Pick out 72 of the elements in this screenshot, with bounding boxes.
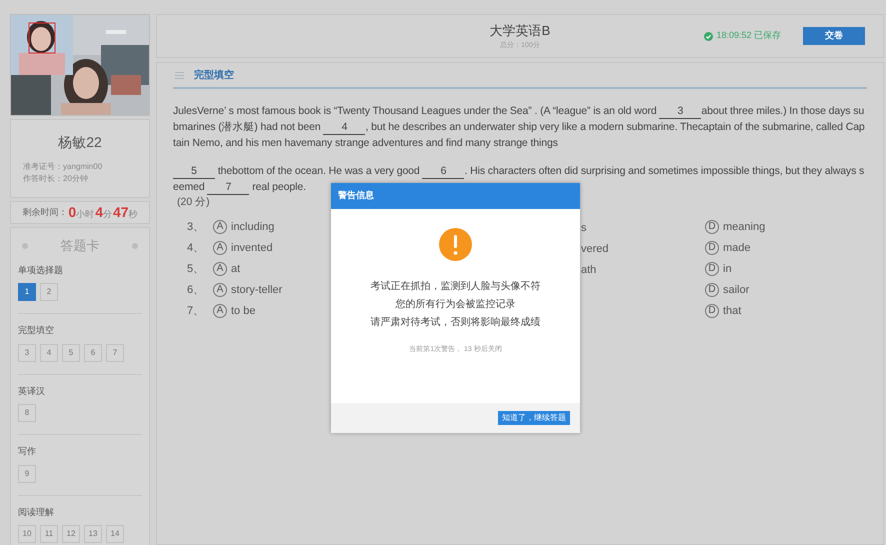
group-title: 写作 [18, 445, 37, 458]
question-index: 4、 [186, 240, 206, 256]
question-index: 3、 [186, 220, 206, 234]
warning-message: 请严肃对待考试，否则将影响最终成绩 [370, 316, 540, 330]
option-text: story-teller [231, 282, 282, 298]
menu-icon [175, 72, 184, 78]
question-number[interactable]: 12 [62, 525, 80, 543]
option-text: that [723, 304, 742, 318]
question-number[interactable]: 3 [18, 344, 36, 362]
check-circle-icon [704, 32, 714, 40]
option-letter[interactable]: A [213, 220, 227, 234]
option-letter[interactable]: A [213, 304, 227, 318]
question-number[interactable]: 5 [62, 344, 80, 362]
exam-title: 大学英语B [490, 22, 550, 40]
question-number[interactable]: 8 [18, 404, 36, 422]
option-text: to be [231, 304, 256, 318]
option-text: in [723, 262, 732, 276]
option-text: vered [581, 242, 609, 255]
timer-value: 47 [113, 203, 129, 222]
continue-button[interactable]: 知道了，继续答题 [498, 411, 570, 425]
question-index: 6、 [186, 282, 206, 298]
option-text: sailor [723, 282, 750, 298]
question-index: 7、 [186, 304, 206, 318]
group-title: 单项选择题 [18, 264, 64, 276]
question-number[interactable]: 13 [84, 525, 102, 543]
option-text: invented [231, 240, 273, 256]
option-text: s [581, 222, 586, 234]
exam-id: 准考证号：yangmin00 [23, 161, 104, 173]
option-letter[interactable]: A [213, 282, 227, 297]
question-number[interactable]: 6 [84, 344, 102, 362]
option-text: including [231, 220, 274, 234]
timer-unit: 秒 [128, 208, 138, 221]
warning-message: 您的所有行为会被监控记录 [396, 298, 516, 312]
option-letter[interactable]: D [705, 240, 719, 255]
timer-value: 0 [68, 203, 76, 222]
option-letter[interactable]: A [213, 240, 227, 255]
option-text: ath [581, 264, 596, 276]
candidate-name: 杨敏22 [57, 133, 103, 152]
question-score: (20 分) [177, 195, 210, 210]
timer-unit: 分 [103, 208, 112, 221]
question-number[interactable]: 14 [106, 525, 124, 543]
group-title: 完型填空 [18, 324, 55, 337]
saved-status: 18:09:52 已保存 [716, 29, 781, 42]
question-number[interactable]: 10 [18, 525, 36, 543]
duration: 作答时长：20分钟 [23, 173, 89, 185]
submit-button[interactable]: 交卷 [803, 27, 865, 45]
section-title: 完型填空 [194, 68, 234, 82]
passage-paragraph: JulesVerne’ s most famous book is “Twenty Thousand Leagues under the Sea” . (A “league” is an old word 3 about three miles.) In those days submarines (潜水艇) had not been 4 , but he describes an underwater ship very like a modern submarine. Thecaptain of the submarine, called Captain Nemo, and his men havemany strange adventures and find many strange things [173, 103, 865, 151]
warning-message: 考试正在抓拍，监测到人脸与头像不符 [370, 280, 540, 294]
option-letter[interactable]: D [705, 220, 719, 234]
question-number[interactable]: 9 [18, 464, 36, 482]
question-number[interactable]: 7 [106, 344, 124, 362]
timer-label: 剩余时间： [22, 206, 68, 219]
timer-unit: 小时 [76, 208, 94, 221]
timer-value: 4 [95, 203, 103, 222]
option-letter[interactable]: D [705, 304, 719, 318]
question-number[interactable]: 2 [40, 283, 58, 301]
question-index: 5、 [186, 262, 206, 276]
group-title: 英译汉 [18, 384, 46, 398]
group-title: 阅读理解 [18, 506, 55, 518]
exclamation-icon [439, 228, 472, 261]
dialog-title: 警告信息 [338, 189, 374, 202]
question-number[interactable]: 11 [40, 525, 58, 543]
answer-card-title: 答题卡 [60, 237, 100, 255]
option-letter[interactable]: D [705, 282, 719, 297]
option-text: made [723, 240, 751, 256]
option-text: at [231, 262, 240, 276]
option-text: meaning [723, 220, 766, 234]
question-number[interactable]: 4 [40, 344, 58, 362]
option-letter[interactable]: A [213, 262, 227, 276]
option-letter[interactable]: D [705, 262, 719, 276]
question-number[interactable]: 1 [18, 283, 36, 301]
